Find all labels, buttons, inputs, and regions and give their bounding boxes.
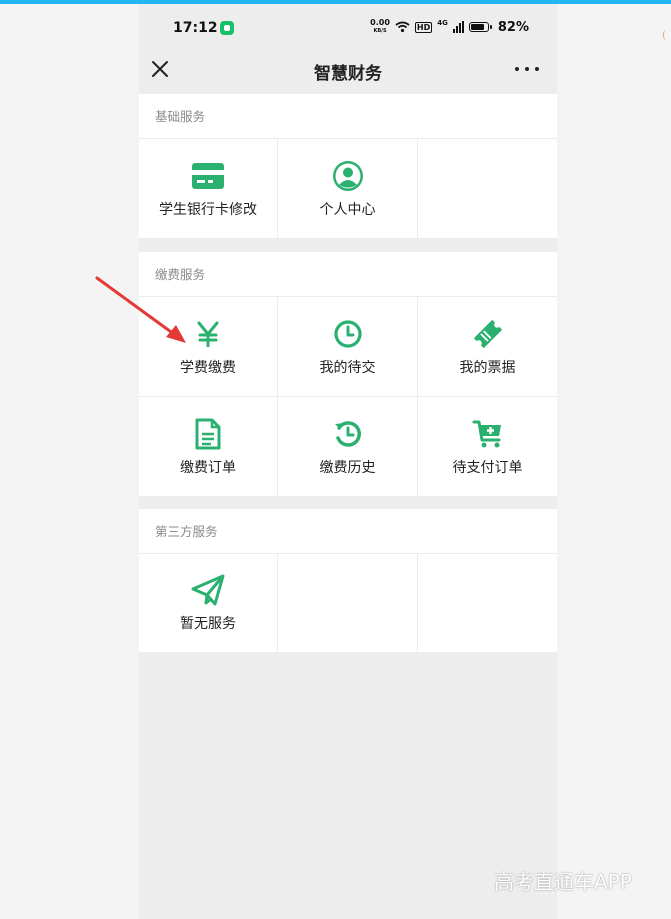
grid-item-label: 个人中心: [319, 201, 376, 218]
bank-card-icon: [191, 159, 225, 193]
section-title: 基础服务: [139, 94, 557, 139]
more-options-icon[interactable]: [515, 61, 539, 77]
grid-item-bank-card-edit[interactable]: 学生银行卡修改: [139, 139, 278, 239]
grid-item-tuition-payment[interactable]: 学费缴费: [139, 297, 278, 397]
grid-item-label: 缴费订单: [180, 459, 236, 476]
grid-item-personal-center[interactable]: 个人中心: [278, 139, 418, 239]
grid-item-unpaid-orders[interactable]: 待支付订单: [418, 397, 557, 497]
section-title: 缴费服务: [139, 252, 557, 297]
phone-screen: 17:12 0.00 KB/S HD 4G 82% 智慧财务 基础服务 学生银行…: [139, 4, 557, 919]
hd-badge: HD: [414, 21, 433, 33]
signal-icon: [452, 21, 464, 33]
nav-bar: 智慧财务: [139, 48, 557, 94]
network-speed-value: 0.00: [370, 18, 390, 27]
yen-icon: [191, 317, 225, 351]
grid-item-label: 缴费历史: [319, 459, 376, 476]
network-speed-unit: KB/S: [373, 28, 387, 34]
grid-item-empty: [278, 554, 418, 652]
grid-item-payment-history[interactable]: 缴费历史: [278, 397, 418, 497]
status-indicators: 0.00 KB/S HD 4G 82%: [370, 19, 529, 35]
grid-item-label: 待支付订单: [452, 459, 523, 476]
grid-item-empty: [418, 139, 557, 239]
grid-item-no-service[interactable]: 暂无服务: [139, 554, 278, 652]
status-bar: 17:12 0.00 KB/S HD 4G 82%: [139, 4, 557, 48]
document-icon: [191, 417, 225, 451]
battery-icon: [468, 22, 492, 32]
grid-item-empty: [418, 554, 557, 652]
grid-item-label: 学生银行卡修改: [159, 201, 257, 218]
section-title: 第三方服务: [139, 509, 557, 554]
edge-mark-icon: (: [662, 30, 666, 41]
page-title: 智慧财务: [314, 64, 382, 84]
grid-item-my-receipts[interactable]: 我的票据: [418, 297, 557, 397]
section-third-party-services: 第三方服务 暂无服务: [139, 509, 557, 652]
grid-item-pending-payments[interactable]: 我的待交: [278, 297, 418, 397]
grid-item-label: 我的票据: [459, 359, 516, 376]
network-type: 4G: [437, 19, 448, 27]
grid-item-payment-orders[interactable]: 缴费订单: [139, 397, 278, 497]
user-circle-icon: [331, 159, 365, 193]
status-time: 17:12: [173, 20, 218, 36]
battery-percent: 82%: [497, 19, 529, 35]
section-basic-services: 基础服务 学生银行卡修改 个人中心: [139, 94, 557, 239]
watermark: 高考直通车APP: [494, 870, 632, 894]
grid-item-label: 暂无服务: [180, 616, 236, 632]
wifi-icon: [395, 21, 410, 33]
cart-plus-icon: [471, 417, 505, 451]
history-icon: [331, 417, 365, 451]
app-notification-icon: [220, 21, 234, 35]
network-speed: 0.00 KB/S: [370, 19, 390, 35]
grid-item-label: 学费缴费: [180, 359, 236, 376]
clock-icon: [331, 317, 365, 351]
ticket-icon: [471, 317, 505, 351]
section-payment-services: 缴费服务 学费缴费 我的待交 我的票据 缴费订单 缴费历史 待支付订单: [139, 252, 557, 497]
grid-item-label: 我的待交: [319, 359, 376, 376]
paper-plane-icon: [191, 573, 225, 607]
